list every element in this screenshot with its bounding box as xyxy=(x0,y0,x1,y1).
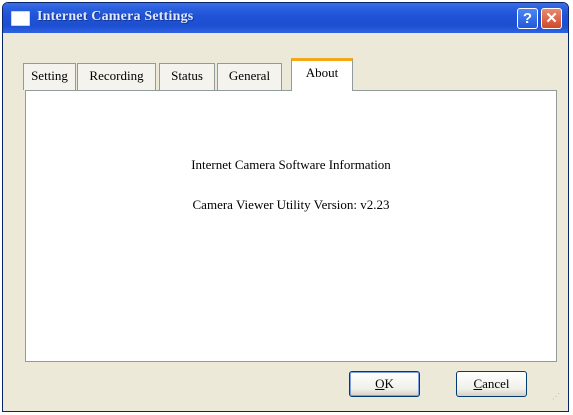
tab-recording[interactable]: Recording xyxy=(77,63,156,90)
ok-button[interactable]: OK xyxy=(349,371,420,397)
about-panel: Internet Camera Software Information Cam… xyxy=(25,90,557,362)
version-text: Camera Viewer Utility Version: v2.23 xyxy=(192,197,390,212)
help-button[interactable]: ? xyxy=(517,8,538,29)
window-title: Internet Camera Settings xyxy=(37,9,194,24)
tab-general[interactable]: General xyxy=(217,63,282,90)
close-button[interactable]: ✕ xyxy=(541,8,562,29)
software-info-heading: Internet Camera Software Information xyxy=(191,157,391,172)
ok-mnemonic: O xyxy=(375,376,385,391)
cancel-label: ancel xyxy=(482,376,510,391)
tab-about[interactable]: About xyxy=(291,58,353,91)
title-bar[interactable]: Internet Camera Settings ? ✕ xyxy=(3,3,568,33)
cancel-mnemonic: C xyxy=(473,376,483,391)
tab-status[interactable]: Status xyxy=(159,63,215,90)
cancel-button[interactable]: Cancel xyxy=(456,371,527,397)
resize-grip-icon[interactable]: ⋰ xyxy=(552,393,564,407)
tab-setting[interactable]: Setting xyxy=(23,63,76,90)
ok-label: K xyxy=(384,376,394,391)
settings-dialog: Internet Camera Settings ? ✕ Setting Rec… xyxy=(2,2,569,412)
window-app-icon xyxy=(11,11,30,26)
